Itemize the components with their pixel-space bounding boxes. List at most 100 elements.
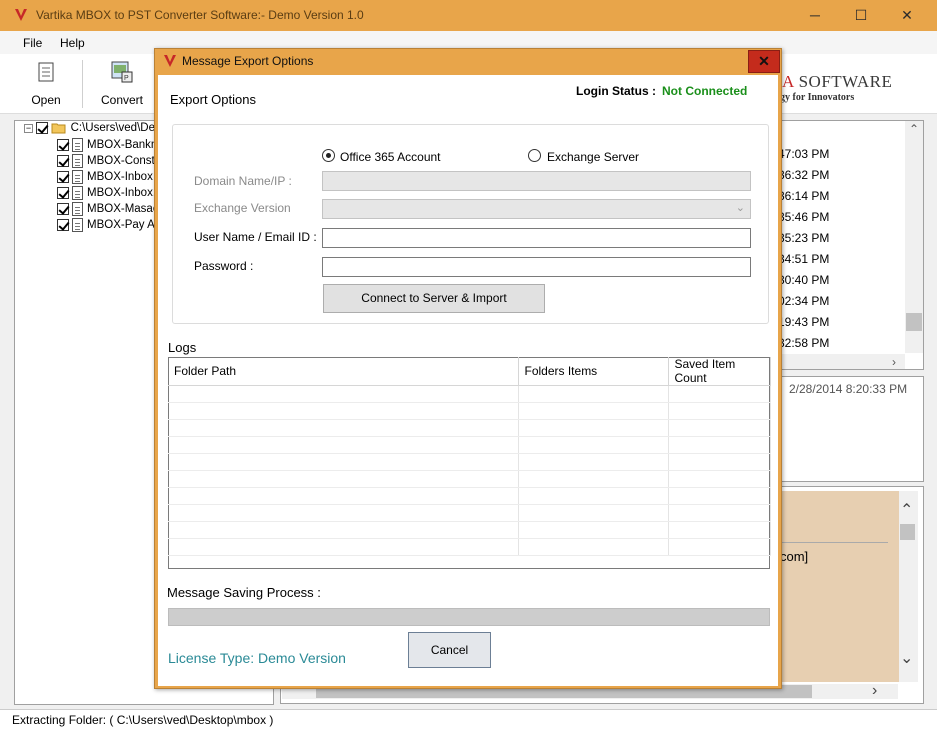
dialog-close-button[interactable]: ✕	[748, 50, 780, 73]
message-time[interactable]: 34:51 PM	[778, 252, 829, 266]
chevron-down-icon: ⌄	[735, 202, 745, 214]
menu-help[interactable]: Help	[60, 36, 85, 50]
body-scroll-right-icon[interactable]: ›	[872, 682, 877, 700]
body-scroll-up-icon[interactable]: ⌃	[900, 500, 913, 520]
exchange-server-label[interactable]: Exchange Server	[547, 150, 639, 164]
tree-item-checkbox[interactable]	[57, 171, 69, 183]
logs-row	[168, 402, 771, 420]
dialog-title-bar[interactable]: Message Export Options	[155, 49, 781, 75]
logs-row	[168, 521, 771, 539]
license-type: License Type: Demo Version	[168, 650, 346, 666]
tree-item[interactable]: MBOX-Bankn	[57, 138, 157, 154]
minimize-button[interactable]: ─	[792, 0, 838, 31]
tree-item[interactable]: MBOX-Constr	[57, 154, 159, 170]
login-status-value: Not Connected	[662, 84, 748, 98]
scroll-up-icon[interactable]: ⌃	[909, 122, 919, 136]
domain-field[interactable]	[322, 171, 751, 191]
brand-name: A SOFTWARE	[782, 72, 893, 91]
tree-item[interactable]: MBOX-Masac	[57, 202, 159, 218]
exchange-server-radio[interactable]	[528, 149, 541, 162]
logs-row	[168, 487, 771, 505]
exchange-version-label: Exchange Version	[194, 201, 291, 215]
logs-row	[168, 470, 771, 488]
title-bar: Vartika MBOX to PST Converter Software:-…	[0, 0, 937, 31]
exchange-version-select[interactable]: ⌄	[322, 199, 751, 219]
dialog-body: Export Options Login Status : Not Connec…	[158, 75, 778, 686]
logs-row	[168, 538, 771, 556]
message-time[interactable]: 36:32 PM	[778, 168, 829, 182]
convert-button[interactable]: P Convert	[98, 60, 146, 107]
collapse-icon[interactable]: −	[24, 123, 33, 133]
tree-item[interactable]: MBOX-Inbox	[57, 170, 153, 186]
message-export-dialog: Message Export Options ✕ Export Options …	[154, 48, 782, 689]
mbox-file-icon	[72, 154, 83, 168]
logs-row	[168, 436, 771, 454]
dialog-logo-icon	[164, 55, 176, 67]
tree-item-label: MBOX-Pay Ap	[87, 219, 162, 232]
tree-item-label: MBOX-Inbox.	[87, 187, 157, 200]
menu-file[interactable]: File	[23, 36, 42, 50]
tree-item-checkbox[interactable]	[57, 155, 69, 167]
message-time[interactable]: 19:43 PM	[778, 315, 829, 329]
tree-item-label: MBOX-Masac	[87, 203, 159, 216]
logs-column-saved-count[interactable]: Saved Item Count	[668, 357, 771, 386]
message-time[interactable]: 32:58 PM	[778, 336, 829, 350]
office365-label[interactable]: Office 365 Account	[340, 150, 441, 164]
message-time[interactable]: 30:40 PM	[778, 273, 829, 287]
tree-item[interactable]: MBOX-Inbox.	[57, 186, 156, 202]
message-time[interactable]: 36:14 PM	[778, 189, 829, 203]
tree-item[interactable]: MBOX-Pay Ap	[57, 218, 161, 234]
username-label: User Name / Email ID :	[194, 230, 317, 244]
domain-label: Domain Name/IP :	[194, 174, 292, 188]
login-status-label: Login Status :	[576, 84, 656, 98]
logs-row	[168, 385, 771, 403]
mbox-file-icon	[72, 202, 83, 216]
mbox-file-icon	[72, 186, 83, 200]
logs-column-folder-path[interactable]: Folder Path	[168, 357, 519, 386]
open-button[interactable]: Open	[28, 60, 64, 107]
tree-item-checkbox[interactable]	[57, 139, 69, 151]
open-file-icon	[38, 62, 54, 82]
app-logo-icon	[15, 9, 27, 21]
tree-root[interactable]: − C:\Users\ved\De	[24, 122, 155, 138]
scroll-right-icon[interactable]: ›	[892, 355, 896, 369]
list-scroll-thumb[interactable]	[906, 313, 922, 331]
body-scroll-thumb[interactable]	[900, 524, 915, 540]
message-time[interactable]: 35:23 PM	[778, 231, 829, 245]
maximize-button[interactable]: ☐	[838, 0, 884, 31]
convert-label: Convert	[100, 93, 144, 107]
tree-item-checkbox[interactable]	[57, 219, 69, 231]
username-field[interactable]	[322, 228, 751, 248]
convert-icon: P	[111, 61, 133, 83]
tree-item-checkbox[interactable]	[57, 187, 69, 199]
tree-item-checkbox[interactable]	[57, 203, 69, 215]
cancel-button[interactable]: Cancel	[408, 632, 491, 668]
tree-root-checkbox[interactable]	[36, 122, 49, 134]
folder-open-icon	[51, 123, 66, 134]
office365-radio[interactable]	[322, 149, 335, 162]
brand-tagline: gy for Innovators	[780, 92, 855, 103]
logs-row	[168, 419, 771, 437]
sender-email-fragment: com]	[780, 549, 809, 564]
password-field[interactable]	[322, 257, 751, 277]
export-options-heading: Export Options	[170, 92, 256, 107]
close-window-button[interactable]: ✕	[884, 0, 930, 31]
body-scroll-down-icon[interactable]: ⌄	[900, 648, 913, 668]
connect-import-button[interactable]: Connect to Server & Import	[323, 284, 545, 313]
mbox-file-icon	[72, 170, 83, 184]
tree-item-label: MBOX-Inbox	[87, 171, 153, 184]
tree-item-label: MBOX-Bankn	[87, 139, 158, 152]
body-divider	[780, 542, 888, 543]
message-time[interactable]: 47:03 PM	[778, 147, 829, 161]
message-date: 2/28/2014 8:20:33 PM	[789, 382, 908, 396]
message-time[interactable]: 02:34 PM	[778, 294, 829, 308]
logs-column-folder-items[interactable]: Folders Items	[518, 357, 669, 386]
logs-grid: Folder Path Folders Items Saved Item Cou…	[168, 357, 771, 556]
logs-row	[168, 453, 771, 471]
status-text: Extracting Folder: ( C:\Users\ved\Deskto…	[12, 713, 274, 727]
open-label: Open	[31, 93, 61, 107]
logs-row	[168, 504, 771, 522]
mbox-file-icon	[72, 138, 83, 152]
saving-progress-bar	[168, 608, 770, 626]
message-time[interactable]: 35:46 PM	[778, 210, 829, 224]
